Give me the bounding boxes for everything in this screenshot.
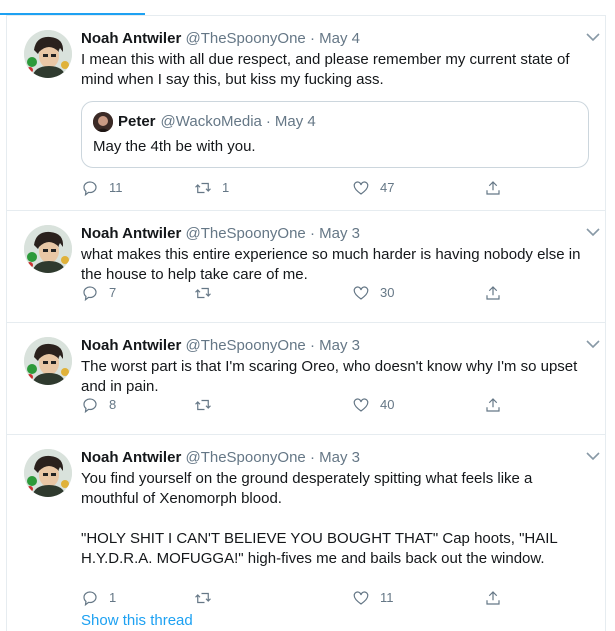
retweet-button[interactable]: 1 bbox=[194, 178, 229, 198]
chevron-down-icon[interactable] bbox=[585, 451, 601, 461]
retweet-icon bbox=[195, 287, 211, 299]
tweet-date[interactable]: May 4 bbox=[319, 30, 360, 47]
reply-icon bbox=[83, 286, 97, 302]
reply-icon bbox=[83, 181, 97, 197]
avatar-image bbox=[24, 225, 72, 273]
heart-icon bbox=[353, 286, 369, 300]
like-button[interactable]: 30 bbox=[352, 283, 394, 303]
retweet-icon bbox=[195, 592, 211, 604]
author-name[interactable]: Noah Antwiler bbox=[81, 225, 181, 242]
tweet-text: You find yourself on the ground desperat… bbox=[81, 470, 558, 567]
like-count: 30 bbox=[380, 285, 395, 300]
tweet-header: Noah Antwiler @TheSpoonyOne · May 3 bbox=[81, 448, 593, 468]
quoted-tweet-date: May 4 bbox=[274, 113, 316, 130]
reply-button[interactable]: 7 bbox=[81, 283, 116, 303]
author-name[interactable]: Noah Antwiler bbox=[81, 449, 181, 466]
tweet-content: Noah Antwiler @TheSpoonyOne · May 3 You … bbox=[81, 448, 593, 569]
share-icon bbox=[486, 398, 500, 412]
tweet-content: Noah Antwiler @TheSpoonyOne · May 3 The … bbox=[81, 336, 593, 397]
tweet[interactable]: Noah Antwiler @TheSpoonyOne · May 3 You … bbox=[7, 435, 605, 631]
like-button[interactable]: 11 bbox=[352, 588, 394, 608]
author-handle[interactable]: @TheSpoonyOne bbox=[185, 30, 305, 47]
quoted-tweet-text: May the 4th be with you. bbox=[93, 138, 256, 155]
retweet-button[interactable] bbox=[194, 395, 222, 415]
avatar-image bbox=[24, 449, 72, 497]
tweet-actions: 11 1 47 bbox=[81, 178, 511, 198]
retweet-icon bbox=[195, 399, 211, 411]
reply-count: 11 bbox=[109, 180, 123, 195]
like-count: 11 bbox=[380, 590, 394, 605]
heart-icon bbox=[353, 181, 369, 195]
reply-count: 8 bbox=[109, 397, 117, 412]
retweet-count: 1 bbox=[222, 180, 230, 195]
retweet-icon bbox=[195, 182, 211, 194]
chevron-down-icon[interactable] bbox=[585, 227, 601, 237]
timeline: Noah Antwiler @TheSpoonyOne · May 4 I me… bbox=[6, 15, 606, 631]
author-handle[interactable]: @TheSpoonyOne bbox=[185, 225, 305, 242]
avatar-image bbox=[24, 30, 72, 78]
tweet[interactable]: Noah Antwiler @TheSpoonyOne · May 3 The … bbox=[7, 323, 605, 435]
tweet-header: Noah Antwiler @TheSpoonyOne · May 4 bbox=[81, 29, 593, 49]
quoted-author-handle: @WackoMedia bbox=[160, 113, 262, 130]
avatar-image bbox=[24, 337, 72, 385]
tweet-actions: 8 40 bbox=[81, 395, 511, 415]
share-icon bbox=[486, 286, 500, 300]
chevron-down-icon[interactable] bbox=[585, 32, 601, 42]
reply-button[interactable]: 1 bbox=[81, 588, 116, 608]
share-icon bbox=[486, 591, 500, 605]
tweet-date[interactable]: May 3 bbox=[319, 225, 360, 242]
tweet-content: Noah Antwiler @TheSpoonyOne · May 4 I me… bbox=[81, 29, 593, 168]
share-button[interactable] bbox=[484, 588, 502, 608]
avatar[interactable] bbox=[24, 337, 72, 385]
reply-count: 1 bbox=[109, 590, 117, 605]
tweet-text: what makes this entire experience so muc… bbox=[81, 246, 585, 283]
avatar[interactable] bbox=[24, 30, 72, 78]
reply-button[interactable]: 11 bbox=[81, 178, 123, 198]
reply-icon bbox=[83, 398, 97, 414]
retweet-button[interactable] bbox=[194, 283, 222, 303]
tweet-header: Noah Antwiler @TheSpoonyOne · May 3 bbox=[81, 336, 593, 356]
share-button[interactable] bbox=[484, 395, 502, 415]
tweet-text: The worst part is that I'm scaring Oreo,… bbox=[81, 358, 582, 395]
tweet-date[interactable]: May 3 bbox=[319, 337, 360, 354]
author-handle[interactable]: @TheSpoonyOne bbox=[185, 449, 305, 466]
separator-dot: · bbox=[265, 113, 271, 130]
tweet-text: I mean this with all due respect, and pl… bbox=[81, 51, 574, 88]
like-count: 47 bbox=[380, 180, 395, 195]
tweet-header: Noah Antwiler @TheSpoonyOne · May 3 bbox=[81, 224, 593, 244]
separator-dot: · bbox=[309, 449, 315, 466]
like-button[interactable]: 40 bbox=[352, 395, 394, 415]
separator-dot: · bbox=[309, 30, 315, 47]
share-icon bbox=[486, 181, 500, 195]
quoted-author-name: Peter bbox=[118, 113, 156, 130]
author-name[interactable]: Noah Antwiler bbox=[81, 337, 181, 354]
author-handle[interactable]: @TheSpoonyOne bbox=[185, 337, 305, 354]
separator-dot: · bbox=[309, 225, 315, 242]
share-button[interactable] bbox=[484, 178, 502, 198]
chevron-down-icon[interactable] bbox=[585, 339, 601, 349]
share-button[interactable] bbox=[484, 283, 502, 303]
tweet-content: Noah Antwiler @TheSpoonyOne · May 3 what… bbox=[81, 224, 593, 285]
avatar[interactable] bbox=[24, 225, 72, 273]
tweet-actions: 7 30 bbox=[81, 283, 511, 303]
show-thread-link[interactable]: Show this thread bbox=[81, 612, 193, 630]
like-count: 40 bbox=[380, 397, 395, 412]
quoted-tweet[interactable]: Peter @WackoMedia · May 4 May the 4th be… bbox=[81, 101, 589, 168]
author-name[interactable]: Noah Antwiler bbox=[81, 30, 181, 47]
heart-icon bbox=[353, 398, 369, 412]
heart-icon bbox=[353, 591, 369, 605]
tweet[interactable]: Noah Antwiler @TheSpoonyOne · May 3 what… bbox=[7, 211, 605, 323]
tweet[interactable]: Noah Antwiler @TheSpoonyOne · May 4 I me… bbox=[7, 16, 605, 211]
reply-count: 7 bbox=[109, 285, 117, 300]
like-button[interactable]: 47 bbox=[352, 178, 394, 198]
tweet-date[interactable]: May 3 bbox=[319, 449, 360, 466]
avatar[interactable] bbox=[24, 449, 72, 497]
retweet-button[interactable] bbox=[194, 588, 222, 608]
tweet-actions: 1 11 bbox=[81, 588, 511, 608]
quoted-avatar bbox=[93, 112, 113, 132]
quoted-tweet-header: Peter @WackoMedia · May 4 bbox=[93, 112, 577, 132]
separator-dot: · bbox=[309, 337, 315, 354]
reply-button[interactable]: 8 bbox=[81, 395, 116, 415]
reply-icon bbox=[83, 591, 97, 607]
